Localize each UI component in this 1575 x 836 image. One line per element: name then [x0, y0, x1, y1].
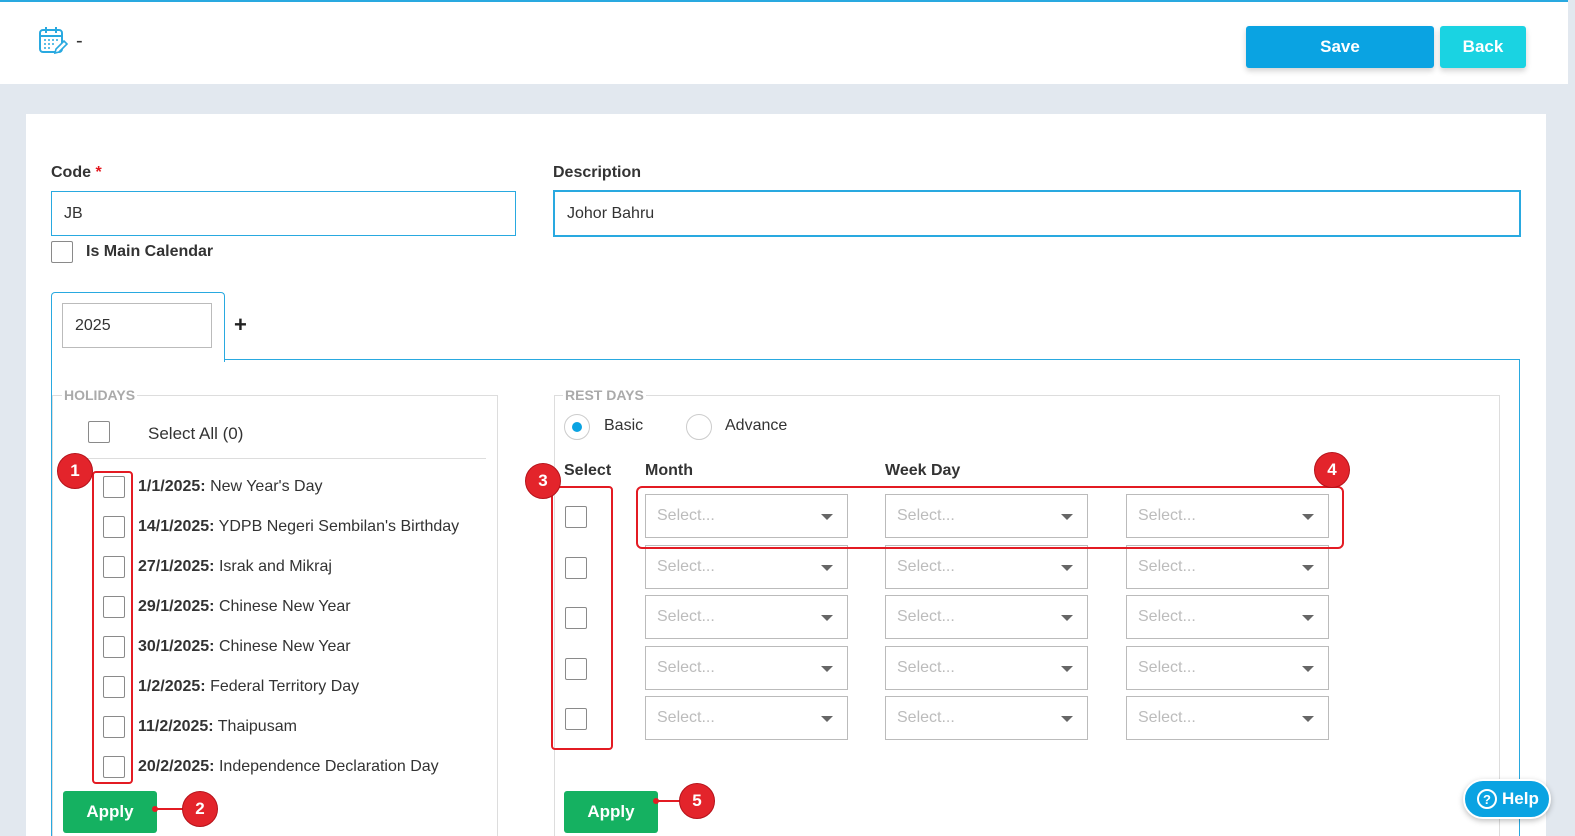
year-input[interactable]: 2025	[62, 303, 212, 348]
rest-days-legend: REST DAYS	[563, 387, 646, 403]
chevron-down-icon	[1061, 565, 1073, 571]
chevron-down-icon	[1061, 666, 1073, 672]
weekday-select[interactable]: Select...	[885, 545, 1088, 589]
select-all-checkbox[interactable]	[88, 421, 110, 443]
top-bar: - Save Back	[0, 0, 1568, 84]
is-main-calendar-label: Is Main Calendar	[86, 243, 214, 260]
required-mark: *	[95, 164, 102, 181]
annotation-leader-2	[155, 808, 183, 810]
annotation-badge-1: 1	[57, 453, 93, 489]
holidays-apply-button[interactable]: Apply	[63, 791, 157, 833]
chevron-down-icon	[1302, 666, 1314, 672]
annotation-badge-5: 5	[679, 783, 715, 819]
chevron-down-icon	[1061, 615, 1073, 621]
holidays-legend: HOLIDAYS	[62, 387, 138, 403]
holiday-item: 27/1/2025: Israk and Mikraj	[138, 558, 332, 575]
column-header-select: Select	[564, 462, 612, 479]
weekday-select-2[interactable]: Select...	[1126, 595, 1329, 639]
chevron-down-icon	[1302, 615, 1314, 621]
annotation-highlight-4	[636, 486, 1344, 549]
is-main-calendar-checkbox[interactable]	[51, 241, 73, 263]
holiday-item: 1/2/2025: Federal Territory Day	[138, 678, 360, 695]
back-button[interactable]: Back	[1440, 26, 1526, 68]
code-label: Code *	[51, 164, 102, 181]
weekday-select[interactable]: Select...	[885, 595, 1088, 639]
holiday-item: 20/2/2025: Independence Declaration Day	[138, 758, 439, 775]
weekday-select-2[interactable]: Select...	[1126, 646, 1329, 690]
chevron-down-icon	[821, 565, 833, 571]
description-input[interactable]: Johor Bahru	[553, 190, 1521, 237]
radio-basic-label: Basic	[604, 417, 644, 434]
calendar-edit-icon	[39, 27, 68, 55]
chevron-down-icon	[821, 666, 833, 672]
column-header-weekday: Week Day	[885, 462, 961, 479]
annotation-badge-2: 2	[182, 791, 218, 827]
annotation-badge-3: 3	[525, 463, 561, 499]
radio-advance-label: Advance	[725, 417, 788, 434]
chevron-down-icon	[1061, 716, 1073, 722]
chevron-down-icon	[1302, 565, 1314, 571]
divider	[62, 458, 486, 459]
add-year-tab-button[interactable]: +	[234, 312, 247, 338]
annotation-highlight-3	[551, 486, 613, 750]
weekday-select[interactable]: Select...	[885, 696, 1088, 740]
annotation-leader-5	[656, 800, 681, 802]
description-label: Description	[553, 164, 642, 181]
weekday-select-2[interactable]: Select...	[1126, 545, 1329, 589]
month-select[interactable]: Select...	[645, 646, 848, 690]
holiday-item: 30/1/2025: Chinese New Year	[138, 638, 351, 655]
help-label: Help	[1502, 789, 1539, 808]
holiday-item: 14/1/2025: YDPB Negeri Sembilan's Birthd…	[138, 518, 460, 535]
month-select[interactable]: Select...	[645, 545, 848, 589]
chevron-down-icon	[1302, 716, 1314, 722]
chevron-down-icon	[821, 716, 833, 722]
help-question-icon: ?	[1477, 789, 1497, 809]
month-select[interactable]: Select...	[645, 696, 848, 740]
annotation-badge-4: 4	[1314, 452, 1350, 488]
rest-days-apply-button[interactable]: Apply	[564, 791, 658, 833]
chevron-down-icon	[821, 615, 833, 621]
weekday-select[interactable]: Select...	[885, 646, 1088, 690]
select-all-label: Select All (0)	[148, 424, 244, 443]
help-button[interactable]: ? Help	[1463, 779, 1551, 819]
holiday-item: 1/1/2025: New Year's Day	[138, 478, 323, 495]
radio-basic[interactable]	[564, 414, 590, 440]
radio-advance[interactable]	[686, 414, 712, 440]
holiday-item: 11/2/2025: Thaipusam	[138, 718, 297, 735]
code-input[interactable]: JB	[51, 191, 516, 236]
annotation-highlight-1	[92, 471, 133, 784]
holiday-item: 29/1/2025: Chinese New Year	[138, 598, 351, 615]
save-button[interactable]: Save	[1246, 26, 1434, 68]
page-title: -	[76, 30, 83, 52]
month-select[interactable]: Select...	[645, 595, 848, 639]
column-header-month: Month	[645, 462, 693, 479]
weekday-select-2[interactable]: Select...	[1126, 696, 1329, 740]
